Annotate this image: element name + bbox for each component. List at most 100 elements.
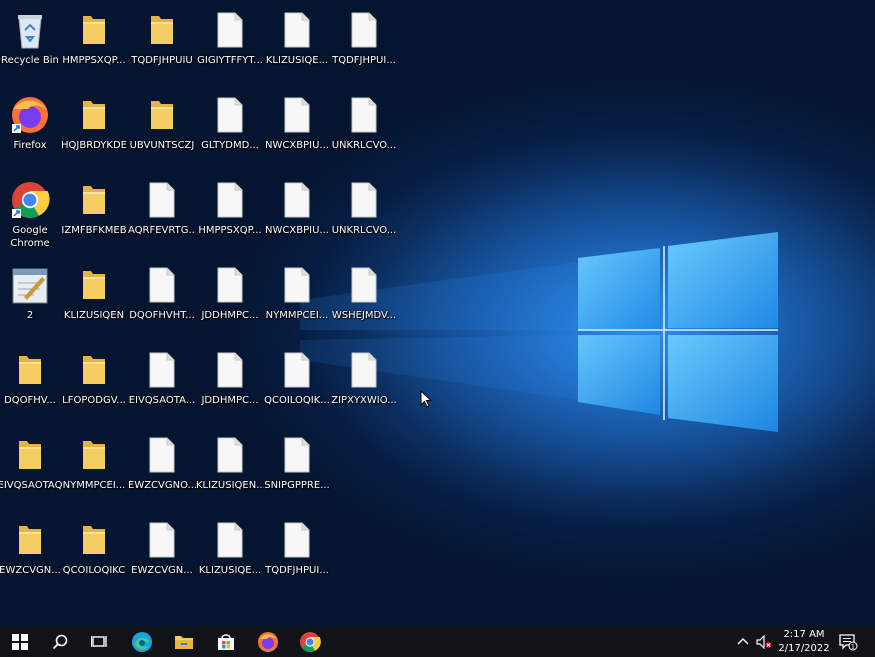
desktop-icon-label: Google Chrome <box>10 225 50 249</box>
desktop-file[interactable]: GIGIYTFFYT... <box>196 4 264 86</box>
desktop-folder[interactable]: KLIZUSIQEN <box>60 259 128 341</box>
folder-icon <box>83 441 105 469</box>
action-center-button[interactable]: 1 <box>838 626 858 657</box>
folder-icon <box>19 526 41 554</box>
desktop-icon-label: AQRFEVRTG... <box>128 225 196 236</box>
desktop-file[interactable]: EWZCVGN... <box>128 514 196 596</box>
desktop-icon-label: UNKRLCVO... <box>331 225 397 236</box>
clock[interactable]: 2:17 AM 2/17/2022 <box>776 628 832 656</box>
desktop-file[interactable]: TQDFJHPUI... <box>263 514 331 596</box>
desktop-folder[interactable]: HMPPSXQP... <box>60 4 128 86</box>
desktop-file[interactable]: SNIPGPPRE... <box>263 429 331 511</box>
desktop-folder[interactable]: IZMFBFKMEB <box>60 174 128 256</box>
desktop-icon-label: KLIZUSIQEN... <box>196 480 264 491</box>
recycle-bin-icon <box>18 15 42 49</box>
search-button[interactable] <box>40 626 80 657</box>
desktop-icon-label: HMPPSXQP... <box>62 55 126 66</box>
desktop-file[interactable]: WSHEJMDV... <box>330 259 398 341</box>
file-icon <box>149 267 175 303</box>
clock-date: 2/17/2022 <box>778 643 830 654</box>
folder-icon <box>151 16 173 44</box>
desktop-folder[interactable]: HQJBRDYKDE <box>60 89 128 171</box>
file-icon <box>284 522 310 558</box>
desktop-icon-label: DQOFHVHT... <box>129 310 195 321</box>
store-icon <box>218 633 234 650</box>
folder-icon <box>83 526 105 554</box>
edge-button[interactable] <box>122 626 162 657</box>
desktop-icon-label: JDDHMPC... <box>201 395 259 406</box>
file-icon <box>351 12 377 48</box>
desktop-folder[interactable]: EWZCVGN... <box>0 514 64 596</box>
clock-time: 2:17 AM <box>783 629 825 640</box>
desktop-file[interactable]: KLIZUSIQEN... <box>196 429 264 511</box>
desktop-notepad-file[interactable]: 2 <box>0 259 64 341</box>
desktop-folder[interactable]: UBVUNTSCZJ <box>128 89 196 171</box>
desktop-folder[interactable]: TQDFJHPUIU <box>128 4 196 86</box>
windows-logo-icon <box>12 633 28 650</box>
file-icon <box>149 182 175 218</box>
file-icon <box>351 352 377 388</box>
file-icon <box>217 522 243 558</box>
folder-icon <box>83 356 105 384</box>
desktop-icon-label: EWZCVGNO... <box>128 480 196 491</box>
file-icon <box>284 12 310 48</box>
desktop-folder[interactable]: DQOFHV... <box>0 344 64 426</box>
folder-icon <box>83 271 105 299</box>
desktop-icon-label: UNKRLCVO... <box>331 140 397 151</box>
desktop-file[interactable]: TQDFJHPUI... <box>330 4 398 86</box>
task-view-icon <box>91 635 107 647</box>
desktop-file[interactable]: AQRFEVRTG... <box>128 174 196 256</box>
file-icon <box>351 182 377 218</box>
volume-button[interactable] <box>756 626 772 657</box>
file-icon <box>351 97 377 133</box>
desktop-file[interactable]: ZIPXYXWIO... <box>330 344 398 426</box>
notification-icon: 1 <box>839 633 858 650</box>
desktop-folder[interactable]: EIVQSAOTAQ <box>0 429 64 511</box>
desktop-file[interactable]: NWCXBPIU... <box>263 89 331 171</box>
desktop-folder[interactable]: LFOPODGV... <box>60 344 128 426</box>
desktop-recycle-bin[interactable]: Recycle Bin <box>0 4 64 86</box>
desktop-folder[interactable]: QCOILOQIKC <box>60 514 128 596</box>
desktop-file[interactable]: UNKRLCVO... <box>330 89 398 171</box>
firefox-button[interactable] <box>248 626 288 657</box>
desktop-file[interactable]: GLTYDMD... <box>196 89 264 171</box>
desktop-icon-label: HQJBRDYKDE <box>61 140 127 151</box>
taskbar: 2:17 AM 2/17/2022 1 <box>0 626 875 657</box>
show-hidden-icons-button[interactable] <box>736 626 750 657</box>
desktop-icon-label: QCOILOQIKC <box>62 565 126 576</box>
chrome-icon <box>12 182 50 219</box>
desktop-icon-label: NYMMPCEI... <box>62 480 126 491</box>
desktop-file[interactable]: QCOILOQIK... <box>263 344 331 426</box>
store-button[interactable] <box>206 626 246 657</box>
folder-icon <box>151 101 173 129</box>
desktop-icon-label: 2 <box>26 310 34 321</box>
desktop-file[interactable]: EIVQSAOTA... <box>128 344 196 426</box>
desktop-icon-label: DQOFHV... <box>4 395 56 406</box>
task-view-button[interactable] <box>80 626 120 657</box>
desktop-firefox-shortcut[interactable]: Firefox <box>0 89 64 171</box>
desktop-file[interactable]: DQOFHVHT... <box>128 259 196 341</box>
desktop-file[interactable]: NYMMPCEI... <box>263 259 331 341</box>
desktop-icon-label: TQDFJHPUIU <box>131 55 193 66</box>
file-icon <box>284 97 310 133</box>
desktop-file[interactable]: NWCXBPIU... <box>263 174 331 256</box>
desktop-folder[interactable]: NYMMPCEI... <box>60 429 128 511</box>
desktop-file[interactable]: UNKRLCVO... <box>330 174 398 256</box>
chrome-button[interactable] <box>290 626 330 657</box>
desktop-icon-label: EWZCVGN... <box>0 565 61 576</box>
desktop-icon-label: KLIZUSIQEN <box>63 310 125 321</box>
desktop-file[interactable]: KLIZUSIQE... <box>263 4 331 86</box>
desktop[interactable]: Recycle Bin Firefox Google Chrome 2 DQOFHV..… <box>0 0 875 626</box>
file-icon <box>284 437 310 473</box>
desktop-icon-label: JDDHMPC... <box>201 310 259 321</box>
desktop-file[interactable]: KLIZUSIQE... <box>196 514 264 596</box>
desktop-icon-label: UBVUNTSCZJ <box>129 140 195 151</box>
desktop-file[interactable]: JDDHMPC... <box>196 344 264 426</box>
desktop-chrome-shortcut[interactable]: Google Chrome <box>0 174 64 256</box>
desktop-file[interactable]: JDDHMPC... <box>196 259 264 341</box>
file-explorer-button[interactable] <box>164 626 204 657</box>
desktop-file[interactable]: HMPPSXQP... <box>196 174 264 256</box>
start-button[interactable] <box>0 626 40 657</box>
edge-icon <box>132 631 152 652</box>
desktop-file[interactable]: EWZCVGNO... <box>128 429 196 511</box>
